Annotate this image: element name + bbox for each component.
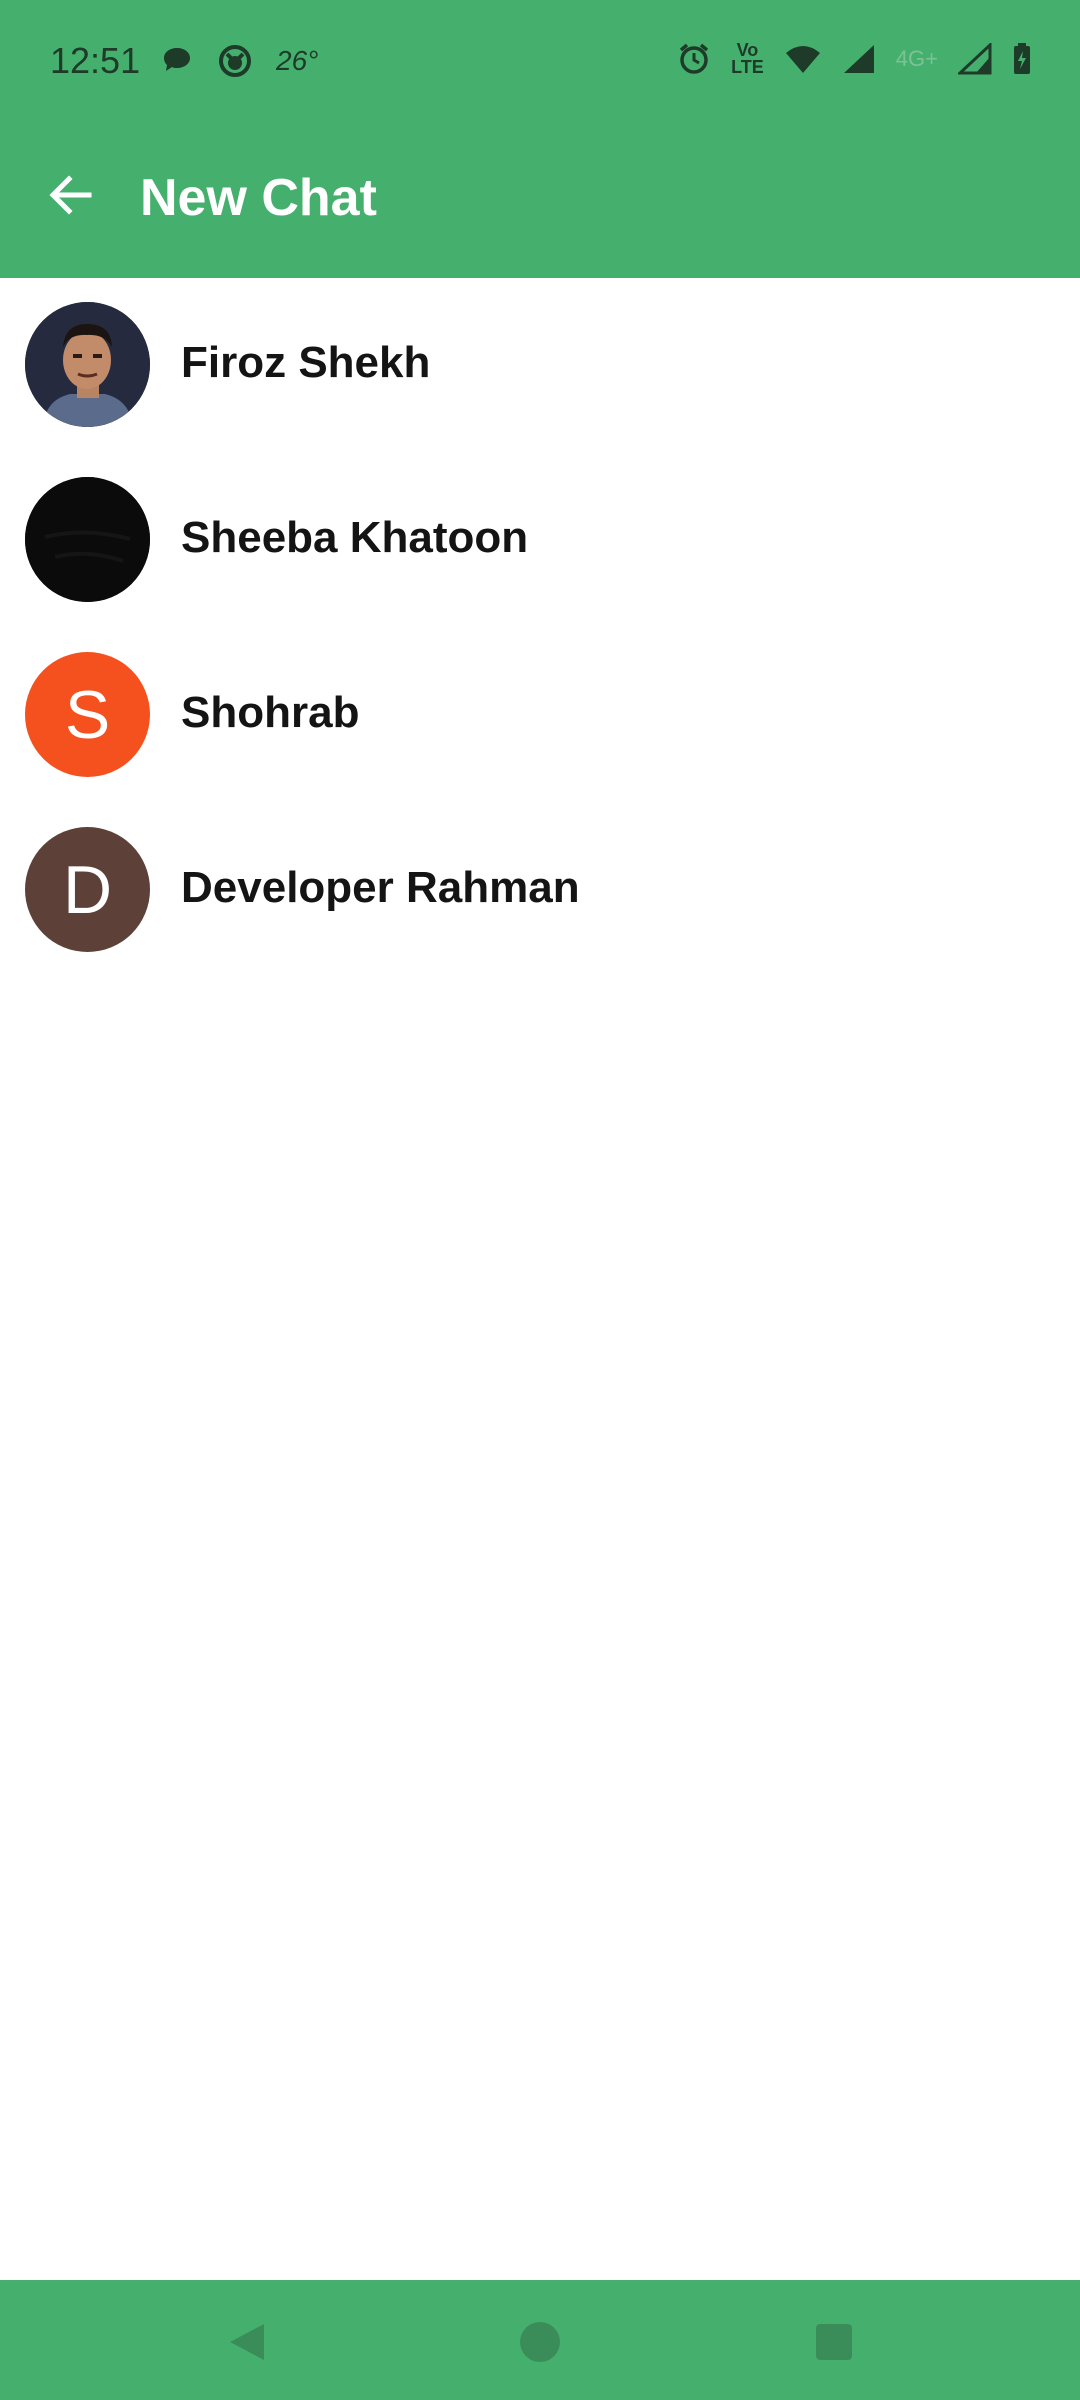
page-title: New Chat (140, 169, 377, 227)
status-notification-icons: 26° (160, 44, 318, 78)
contact-item[interactable]: D Developer Rahman (0, 803, 1080, 978)
github-icon (219, 45, 251, 77)
contact-list: Firoz Shekh Sheeba Khatoon S Shohrab D D… (0, 278, 1080, 978)
contact-item[interactable]: S Shohrab (0, 628, 1080, 803)
contact-name: Shohrab (181, 688, 360, 737)
back-button[interactable] (36, 160, 106, 230)
contact-item[interactable]: Sheeba Khatoon (0, 453, 1080, 628)
avatar (25, 302, 150, 427)
contact-name: Developer Rahman (181, 863, 580, 912)
avatar: S (25, 652, 150, 777)
arrow-left-icon (49, 175, 92, 215)
contact-item[interactable]: Firoz Shekh (0, 278, 1080, 453)
chat-bubble-icon (164, 48, 190, 71)
status-time: 12:51 (50, 40, 141, 81)
status-system-icons: Vo LTE 4G+ (677, 40, 1032, 77)
avatar (25, 477, 150, 602)
avatar-initial: S (64, 676, 111, 753)
network-4g-label: 4G+ (895, 46, 938, 71)
person-photo-icon (25, 302, 150, 427)
status-bar: 12:51 26° Vo LTE 4G+ (0, 0, 1080, 118)
avatar: D (25, 827, 150, 952)
dark-photo-icon (25, 477, 150, 602)
signal-strength-2-icon (958, 43, 992, 75)
navigation-bar (0, 2280, 1080, 2400)
contact-name: Firoz Shekh (181, 338, 431, 387)
contact-name: Sheeba Khatoon (181, 513, 529, 562)
alarm-icon (680, 43, 709, 74)
circle-home-icon[interactable] (518, 2320, 562, 2364)
square-recents-icon[interactable] (812, 2320, 856, 2364)
avatar-initial: D (62, 851, 113, 928)
weather-temperature: 26° (276, 45, 319, 76)
battery-charging-icon (1014, 43, 1030, 74)
volte-indicator: Vo LTE (731, 40, 764, 77)
app-bar: New Chat (0, 118, 1080, 278)
wifi-icon (785, 46, 820, 73)
triangle-back-icon[interactable] (224, 2320, 268, 2364)
signal-strength-icon (843, 45, 874, 73)
